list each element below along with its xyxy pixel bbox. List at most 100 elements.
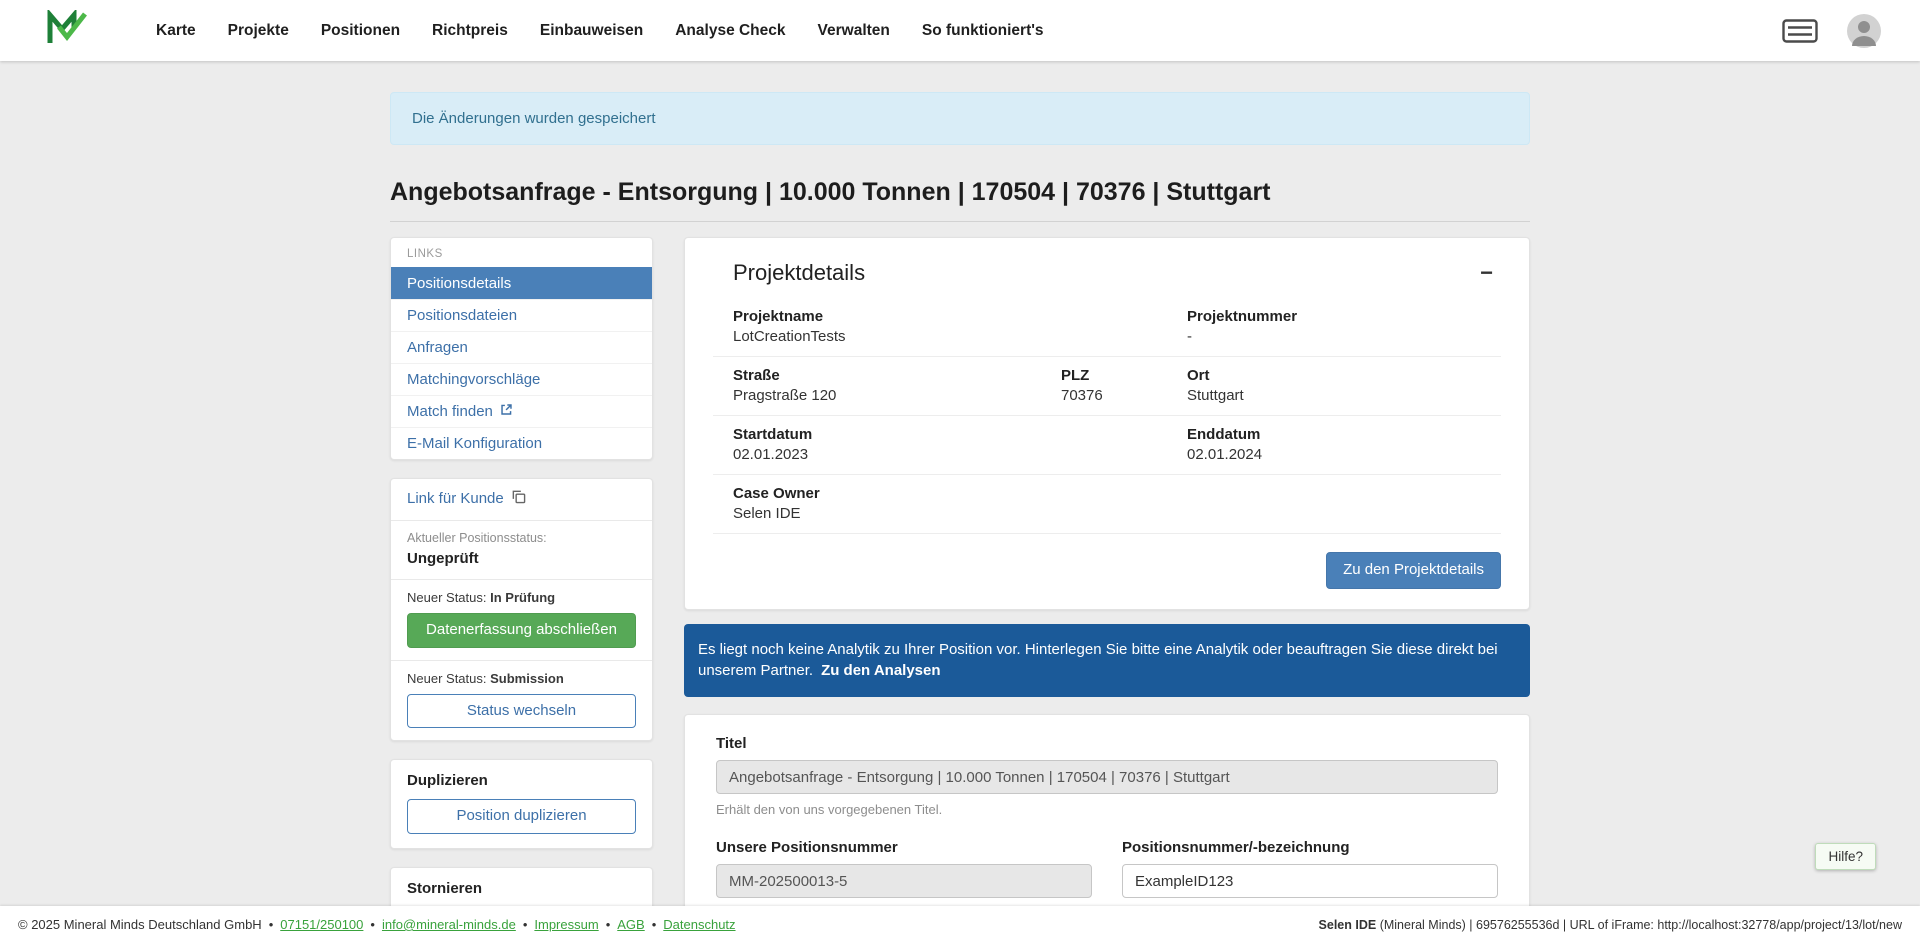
footer-user: Selen IDE — [1319, 918, 1377, 932]
field-value: - — [1187, 328, 1501, 345]
new-status-label: Neuer Status: — [407, 590, 487, 605]
field-plz: PLZ 70376 — [1061, 367, 1187, 404]
field-label: Enddatum — [1187, 426, 1501, 443]
sidebar: LINKS Positionsdetails Positionsdateien … — [390, 237, 653, 943]
external-link-icon — [500, 403, 513, 420]
copy-icon — [511, 489, 526, 508]
field-label: Projektnummer — [1187, 308, 1501, 325]
server-icon[interactable] — [1782, 19, 1818, 43]
field-value: Pragstraße 120 — [733, 387, 1061, 404]
project-details-title: Projektdetails — [733, 260, 865, 286]
field-strasse: Straße Pragstraße 120 — [733, 367, 1061, 404]
main-nav: Karte Projekte Positionen Richtpreis Ein… — [140, 0, 1060, 61]
content-row: LINKS Positionsdetails Positionsdateien … — [390, 237, 1530, 943]
customer-link-section: Link für Kunde — [391, 479, 652, 521]
collapse-minus-icon[interactable]: − — [1472, 260, 1501, 286]
analytics-banner: Es liegt noch keine Analytik zu Ihrer Po… — [684, 624, 1530, 698]
sidebar-item-matchingvorschlaege[interactable]: Matchingvorschläge — [391, 363, 652, 395]
field-value: Selen IDE — [733, 505, 1501, 522]
field-projektnummer: Projektnummer - — [1187, 308, 1501, 345]
nav-einbauweisen[interactable]: Einbauweisen — [524, 0, 659, 61]
footer-session-info: (Mineral Minds) | 69576255536d | URL of … — [1376, 918, 1902, 932]
agb-link[interactable]: AGB — [617, 917, 644, 932]
cancel-card-title: Stornieren — [407, 880, 636, 897]
project-details-row: Straße Pragstraße 120 PLZ 70376 Ort Stut… — [713, 357, 1501, 416]
separator-dot: • — [652, 917, 657, 932]
project-details-header: Projektdetails − — [713, 260, 1501, 286]
duplicate-position-button[interactable]: Position duplizieren — [407, 799, 636, 834]
nav-so-funktionierts[interactable]: So funktioniert's — [906, 0, 1060, 61]
field-value: 02.01.2024 — [1187, 446, 1501, 463]
sidebar-item-anfragen[interactable]: Anfragen — [391, 331, 652, 363]
nav-verwalten[interactable]: Verwalten — [802, 0, 906, 61]
page-title: Angebotsanfrage - Entsorgung | 10.000 To… — [390, 178, 1530, 222]
separator-dot: • — [606, 917, 611, 932]
custom-position-number-input[interactable] — [1122, 864, 1498, 898]
sidebar-item-positionsdetails[interactable]: Positionsdetails — [391, 267, 652, 299]
to-project-details-button[interactable]: Zu den Projektdetails — [1326, 552, 1501, 589]
field-case-owner: Case Owner Selen IDE — [733, 485, 1501, 522]
user-avatar-icon[interactable] — [1846, 13, 1882, 49]
new-status-row-1: Neuer Status: In Prüfung — [407, 590, 636, 605]
brand-logo[interactable] — [46, 10, 88, 51]
nav-richtpreis[interactable]: Richtpreis — [416, 0, 524, 61]
footer-right: Selen IDE (Mineral Minds) | 69576255536d… — [1319, 918, 1902, 932]
customer-link-label: Link für Kunde — [407, 490, 504, 507]
copyright-text: © 2025 Mineral Minds Deutschland GmbH — [18, 917, 262, 932]
main-column: Projektdetails − Projektname LotCreation… — [684, 237, 1530, 943]
banner-text: Es liegt noch keine Analytik zu Ihrer Po… — [698, 641, 1498, 680]
our-position-number-label: Unsere Positionsnummer — [716, 839, 1092, 856]
page-container: Die Änderungen wurden gespeichert Angebo… — [390, 92, 1530, 943]
next-status-section-2: Neuer Status: Submission Status wechseln — [391, 661, 652, 741]
field-value: LotCreationTests — [733, 328, 1187, 345]
separator-dot: • — [523, 917, 528, 932]
nav-positionen[interactable]: Positionen — [305, 0, 416, 61]
titel-help-text: Erhält den von uns vorgegebenen Titel. — [716, 802, 1498, 817]
field-label: PLZ — [1061, 367, 1187, 384]
project-details-footer: Zu den Projektdetails — [713, 534, 1501, 589]
field-projektname: Projektname LotCreationTests — [733, 308, 1187, 345]
sidebar-item-email-konfiguration[interactable]: E-Mail Konfiguration — [391, 427, 652, 459]
custom-position-number-label: Positionsnummer/-bezeichnung — [1122, 839, 1498, 856]
top-navbar: Karte Projekte Positionen Richtpreis Ein… — [0, 0, 1920, 61]
new-status-value-2: Submission — [490, 671, 564, 686]
to-analyses-link[interactable]: Zu den Analysen — [821, 662, 940, 679]
new-status-row-2: Neuer Status: Submission — [407, 671, 636, 686]
impressum-link[interactable]: Impressum — [534, 917, 598, 932]
our-position-number-input — [716, 864, 1092, 898]
nav-karte[interactable]: Karte — [140, 0, 212, 61]
project-details-row: Case Owner Selen IDE — [713, 475, 1501, 534]
complete-data-entry-button[interactable]: Datenerfassung abschließen — [407, 613, 636, 648]
mineral-minds-logo-icon — [46, 10, 88, 51]
navbar-right — [1782, 13, 1894, 49]
field-enddatum: Enddatum 02.01.2024 — [1187, 426, 1501, 463]
nav-projekte[interactable]: Projekte — [212, 0, 305, 61]
change-status-button[interactable]: Status wechseln — [407, 694, 636, 729]
sidebar-item-positionsdateien[interactable]: Positionsdateien — [391, 299, 652, 331]
field-value: 70376 — [1061, 387, 1187, 404]
help-button[interactable]: Hilfe? — [1815, 843, 1876, 870]
footer: © 2025 Mineral Minds Deutschland GmbH • … — [0, 906, 1920, 943]
separator-dot: • — [269, 917, 274, 932]
project-details-card: Projektdetails − Projektname LotCreation… — [684, 237, 1530, 610]
status-card: Link für Kunde Aktueller Positionsstatus… — [390, 478, 653, 741]
sidebar-item-match-finden[interactable]: Match finden — [391, 395, 652, 427]
field-startdatum: Startdatum 02.01.2023 — [733, 426, 1187, 463]
datenschutz-link[interactable]: Datenschutz — [663, 917, 735, 932]
new-status-value-1: In Prüfung — [490, 590, 555, 605]
phone-link[interactable]: 07151/250100 — [280, 917, 363, 932]
field-label: Startdatum — [733, 426, 1187, 443]
titel-label: Titel — [716, 735, 1498, 752]
titel-input — [716, 760, 1498, 794]
footer-left: © 2025 Mineral Minds Deutschland GmbH • … — [18, 917, 736, 932]
field-value: Stuttgart — [1187, 387, 1501, 404]
email-link[interactable]: info@mineral-minds.de — [382, 917, 516, 932]
next-status-section-1: Neuer Status: In Prüfung Datenerfassung … — [391, 580, 652, 661]
current-status-section: Aktueller Positionsstatus: Ungeprüft — [391, 521, 652, 580]
new-status-label: Neuer Status: — [407, 671, 487, 686]
nav-analyse-check[interactable]: Analyse Check — [659, 0, 801, 61]
field-label: Straße — [733, 367, 1061, 384]
customer-link[interactable]: Link für Kunde — [407, 489, 526, 508]
field-label: Case Owner — [733, 485, 1501, 502]
field-value: 02.01.2023 — [733, 446, 1187, 463]
